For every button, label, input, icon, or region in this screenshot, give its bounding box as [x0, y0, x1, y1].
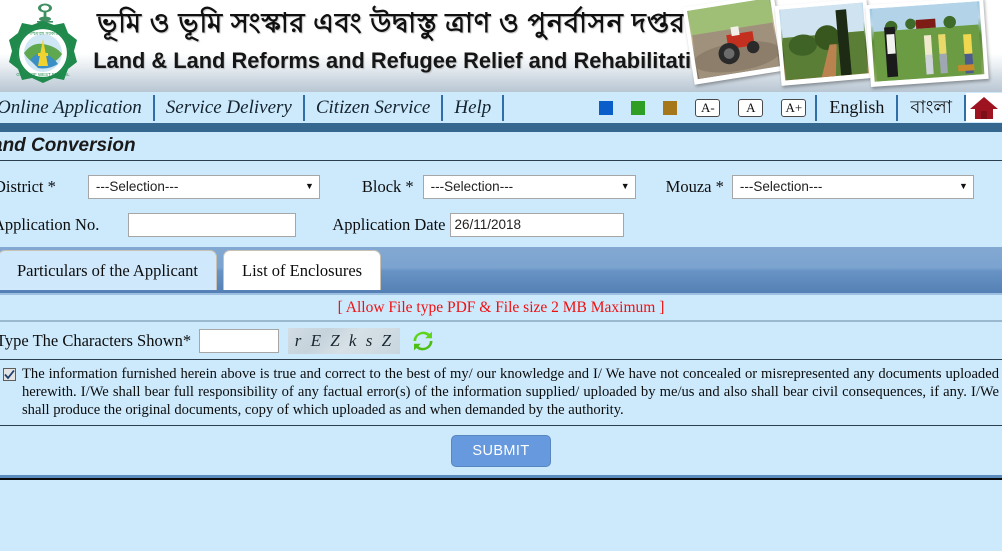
page-title: and Conversion — [0, 135, 136, 156]
navbar-underline — [0, 123, 1002, 132]
mouza-select-value: ---Selection--- — [739, 179, 823, 194]
chevron-down-icon: ▼ — [958, 181, 968, 191]
header-title-bangla: ভূমি ও ভূমি সংস্কার এবং উদ্বাস্তু ত্রাণ … — [97, 8, 686, 38]
theme-swatch-green[interactable] — [631, 100, 646, 115]
declaration-box: The information furnished herein above i… — [0, 360, 1002, 426]
nav-item-online-application[interactable]: Online Application — [0, 92, 153, 123]
tab-particulars-of-the-applicant[interactable]: Particulars of the Applicant — [0, 250, 217, 290]
font-increase-button[interactable]: A+ — [781, 98, 807, 117]
mouza-select[interactable]: ---Selection--- ▼ — [731, 174, 974, 199]
application-date-input[interactable] — [449, 212, 624, 237]
header-photo-collage — [680, 0, 1002, 92]
nav-links: Online Application Service Delivery Citi… — [0, 92, 505, 123]
block-label: Block * — [361, 176, 414, 196]
application-no-input[interactable] — [128, 212, 297, 237]
department-seal-icon: পশ্চিমবঙ্গ সরকার GOVT. OF WEST BENGAL — [9, 21, 77, 83]
header-title-english: Land & Land Reforms and Refugee Relief a… — [93, 48, 846, 73]
nav-tools: A- A A+ English বাংলা — [590, 92, 1002, 123]
application-form: District * ---Selection--- ▼ Block * ---… — [0, 161, 1002, 240]
chevron-down-icon: ▼ — [620, 181, 630, 191]
photo-rural-path — [774, 0, 874, 86]
refresh-icon — [413, 331, 433, 350]
photo-tractor-field — [682, 0, 786, 85]
theme-swatch-brown[interactable] — [663, 100, 678, 115]
declaration-checkbox[interactable] — [3, 368, 16, 381]
check-icon — [4, 369, 15, 380]
page-title-bar: and Conversion — [0, 132, 1002, 161]
captcha-input[interactable] — [199, 328, 280, 353]
home-button[interactable] — [966, 93, 1002, 122]
submit-zone: SUBMIT — [0, 426, 1002, 478]
government-emblem: পশ্চিমবঙ্গ সরকার GOVT. OF WEST BENGAL — [4, 2, 82, 90]
svg-text:GOVT. OF WEST BENGAL: GOVT. OF WEST BENGAL — [16, 72, 70, 77]
mouza-label: Mouza * — [665, 176, 724, 196]
submit-button[interactable]: SUBMIT — [451, 434, 551, 467]
captcha-image: r E Z k s Z — [288, 327, 401, 354]
application-no-label: Application No. — [0, 214, 100, 234]
file-rules-band: [ Allow File type PDF & File size 2 MB M… — [0, 295, 1002, 322]
location-row: District * ---Selection--- ▼ Block * ---… — [0, 171, 1002, 202]
footer-area — [0, 480, 1002, 520]
header-title-block: ভূমি ও ভূমি সংস্কার এবং উদ্বাস্তু ত্রাণ … — [84, 2, 846, 78]
application-meta-row: Application No. Application Date — [0, 209, 1002, 240]
chevron-down-icon: ▼ — [304, 181, 314, 191]
svg-text:পশ্চিমবঙ্গ সরকার: পশ্চিমবঙ্গ সরকার — [28, 31, 58, 36]
form-tabs: Particulars of the Applicant List of Enc… — [0, 247, 1002, 295]
refresh-captcha-button[interactable] — [412, 330, 434, 352]
theme-swatch-blue[interactable] — [599, 100, 614, 115]
nav-item-citizen-service[interactable]: Citizen Service — [305, 92, 442, 123]
captcha-label: Type The Characters Shown* — [0, 330, 192, 350]
font-decrease-button[interactable]: A- — [695, 98, 721, 117]
district-label: District * — [0, 176, 56, 196]
file-rules-notice: [ Allow File type PDF & File size 2 MB M… — [337, 298, 665, 316]
home-icon — [970, 96, 998, 119]
nav-item-service-delivery[interactable]: Service Delivery — [155, 92, 303, 123]
font-normal-button[interactable]: A — [738, 98, 764, 117]
block-select[interactable]: ---Selection--- ▼ — [422, 174, 636, 199]
tab-list-of-enclosures[interactable]: List of Enclosures — [223, 250, 382, 290]
district-select[interactable]: ---Selection--- ▼ — [87, 174, 320, 199]
declaration-text: The information furnished herein above i… — [22, 366, 999, 418]
language-bangla[interactable]: বাংলা — [898, 92, 964, 123]
district-select-value: ---Selection--- — [95, 179, 179, 194]
application-date-label: Application Date — [332, 214, 446, 234]
nav-divider — [502, 94, 505, 121]
nav-item-help[interactable]: Help — [443, 92, 502, 123]
site-header: পশ্চিমবঙ্গ সরকার GOVT. OF WEST BENGAL ভূ… — [0, 0, 1002, 92]
language-english[interactable]: English — [817, 92, 896, 123]
photo-surveyors — [865, 0, 989, 88]
main-navigation: Online Application Service Delivery Citi… — [0, 92, 1002, 123]
captcha-row: Type The Characters Shown* r E Z k s Z — [0, 322, 1002, 360]
block-select-value: ---Selection--- — [430, 179, 514, 194]
